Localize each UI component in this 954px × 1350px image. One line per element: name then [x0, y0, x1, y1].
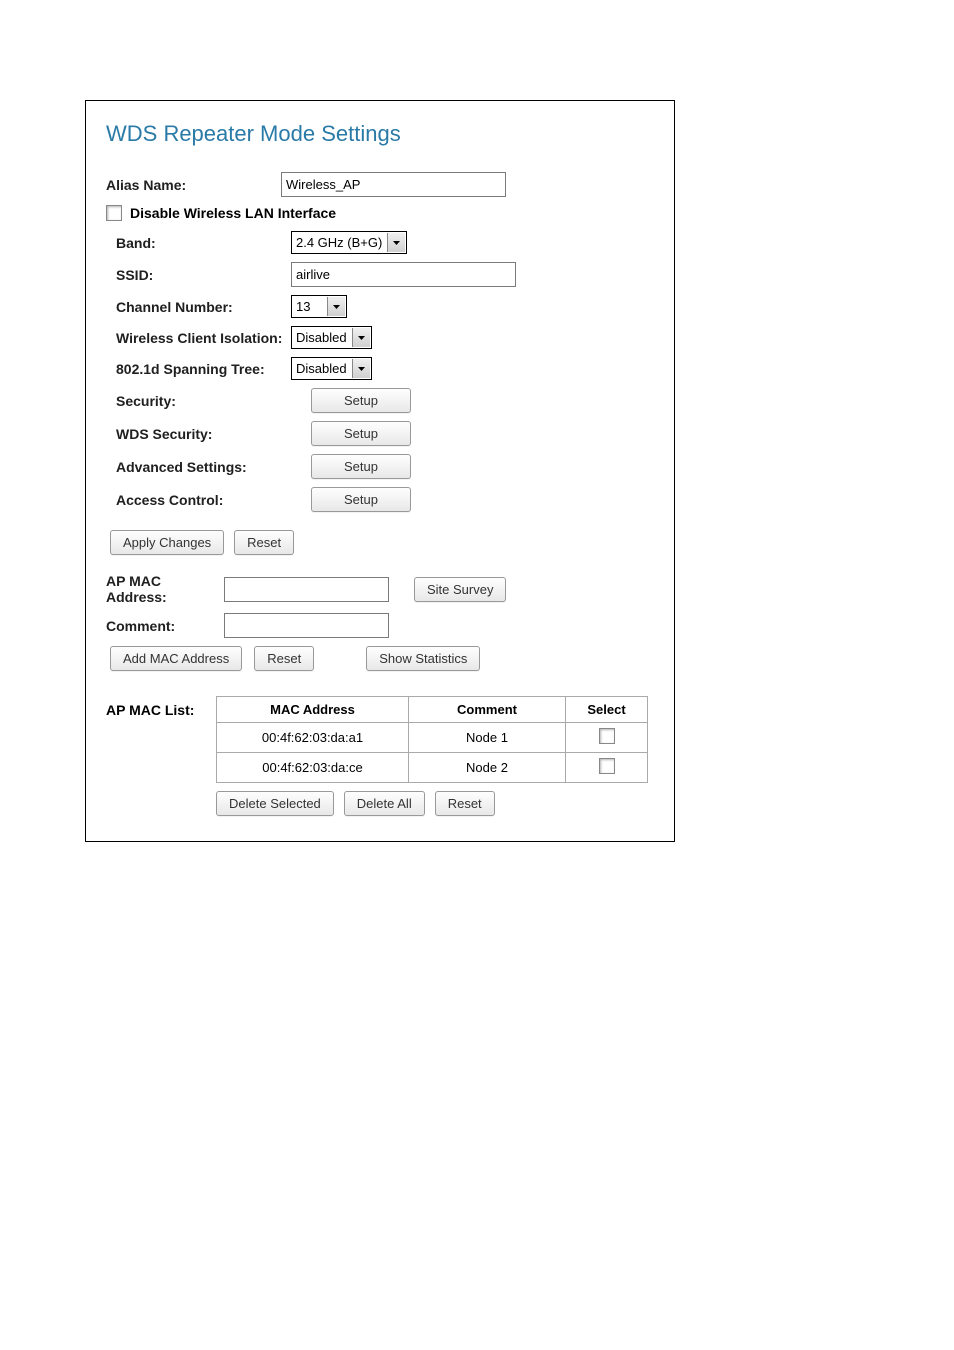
- band-select[interactable]: 2.4 GHz (B+G): [291, 231, 407, 254]
- comment-label: Comment:: [106, 618, 224, 634]
- channel-value: 13: [292, 299, 326, 314]
- ap-mac-input[interactable]: [224, 577, 389, 602]
- cell-mac: 00:4f:62:03:da:a1: [217, 723, 409, 753]
- disable-wlan-checkbox[interactable]: [106, 205, 122, 221]
- band-value: 2.4 GHz (B+G): [292, 235, 386, 250]
- alias-name-input[interactable]: [281, 172, 506, 197]
- access-control-setup-button[interactable]: Setup: [311, 487, 411, 512]
- band-label: Band:: [116, 235, 291, 251]
- chevron-down-icon: [352, 359, 370, 378]
- security-setup-button[interactable]: Setup: [311, 388, 411, 413]
- reset-list-button[interactable]: Reset: [435, 791, 495, 816]
- chevron-down-icon: [352, 328, 370, 347]
- reset-mac-button[interactable]: Reset: [254, 646, 314, 671]
- security-label: Security:: [116, 393, 291, 409]
- apply-changes-button[interactable]: Apply Changes: [110, 530, 224, 555]
- channel-select[interactable]: 13: [291, 295, 347, 318]
- page-title: WDS Repeater Mode Settings: [106, 121, 654, 147]
- ap-mac-list-label: AP MAC List:: [106, 696, 216, 718]
- add-mac-button[interactable]: Add MAC Address: [110, 646, 242, 671]
- cell-mac: 00:4f:62:03:da:ce: [217, 753, 409, 783]
- channel-label: Channel Number:: [116, 299, 291, 315]
- delete-selected-button[interactable]: Delete Selected: [216, 791, 334, 816]
- alias-label: Alias Name:: [106, 177, 281, 193]
- ssid-input[interactable]: [291, 262, 516, 287]
- isolation-select[interactable]: Disabled: [291, 326, 372, 349]
- reset-button[interactable]: Reset: [234, 530, 294, 555]
- advanced-label: Advanced Settings:: [116, 459, 291, 475]
- advanced-setup-button[interactable]: Setup: [311, 454, 411, 479]
- access-label: Access Control:: [116, 492, 291, 508]
- table-row: 00:4f:62:03:da:a1 Node 1: [217, 723, 648, 753]
- disable-wlan-label: Disable Wireless LAN Interface: [130, 205, 336, 221]
- th-select: Select: [566, 697, 648, 723]
- site-survey-button[interactable]: Site Survey: [414, 577, 506, 602]
- isolation-label: Wireless Client Isolation:: [116, 330, 291, 346]
- row-select-checkbox[interactable]: [599, 758, 615, 774]
- cell-comment: Node 1: [409, 723, 566, 753]
- show-statistics-button[interactable]: Show Statistics: [366, 646, 480, 671]
- cell-comment: Node 2: [409, 753, 566, 783]
- spanning-label: 802.1d Spanning Tree:: [116, 361, 291, 377]
- row-select-checkbox[interactable]: [599, 728, 615, 744]
- th-comment: Comment: [409, 697, 566, 723]
- wds-security-setup-button[interactable]: Setup: [311, 421, 411, 446]
- table-row: 00:4f:62:03:da:ce Node 2: [217, 753, 648, 783]
- chevron-down-icon: [327, 297, 345, 316]
- comment-input[interactable]: [224, 613, 389, 638]
- isolation-value: Disabled: [292, 330, 351, 345]
- th-mac: MAC Address: [217, 697, 409, 723]
- chevron-down-icon: [387, 233, 405, 252]
- spanning-value: Disabled: [292, 361, 351, 376]
- ssid-label: SSID:: [116, 267, 291, 283]
- settings-panel: WDS Repeater Mode Settings Alias Name: D…: [85, 100, 675, 842]
- ap-mac-table: MAC Address Comment Select 00:4f:62:03:d…: [216, 696, 648, 783]
- delete-all-button[interactable]: Delete All: [344, 791, 425, 816]
- spanning-select[interactable]: Disabled: [291, 357, 372, 380]
- ap-mac-label: AP MAC Address:: [106, 573, 224, 605]
- wds-security-label: WDS Security:: [116, 426, 291, 442]
